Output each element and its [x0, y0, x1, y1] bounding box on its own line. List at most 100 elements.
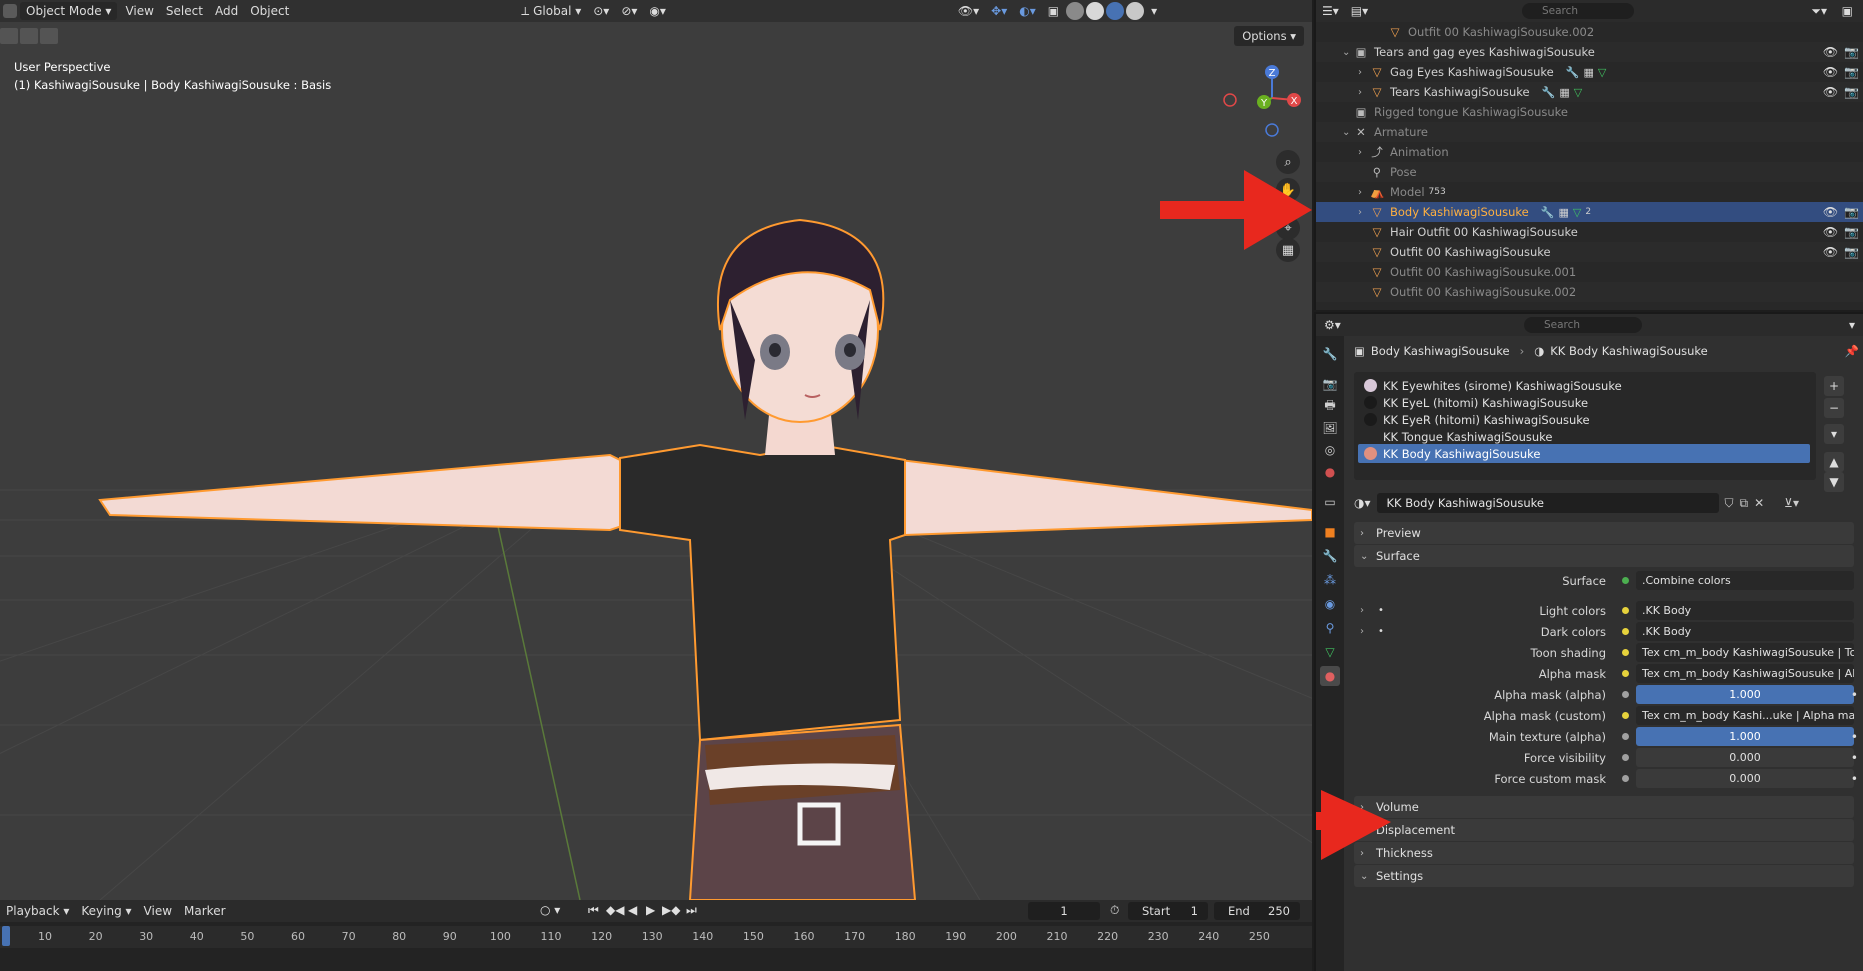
start-frame-field[interactable]: Start 1 [1128, 902, 1208, 920]
expand-toggle-icon[interactable]: › [1358, 147, 1370, 158]
visibility-icon[interactable]: 👁▾ [952, 2, 985, 20]
overlay-toggle-icon[interactable]: ◐▾ [1013, 2, 1042, 20]
socket-icon[interactable] [1622, 628, 1629, 635]
view-layer-tab-icon[interactable]: 🖼 [1320, 418, 1340, 438]
rendered-shading-icon[interactable] [1126, 2, 1145, 20]
material-browse-icon[interactable]: ◑▾ [1354, 496, 1371, 510]
camera-icon[interactable]: 📷 [1844, 65, 1859, 79]
modifier-tab-icon[interactable]: 🔧 [1320, 546, 1340, 566]
gizmo-toggle-icon[interactable]: ✥▾ [985, 2, 1013, 20]
menu-marker[interactable]: Marker [178, 902, 231, 920]
solid-shading-icon[interactable] [1086, 2, 1105, 20]
material-slot[interactable]: KK Body KashiwagiSousuke [1358, 444, 1810, 463]
socket-icon[interactable] [1622, 754, 1629, 761]
mode-dropdown[interactable]: Object Mode ▾ [20, 2, 118, 20]
outliner-search-input[interactable]: Search [1522, 3, 1634, 19]
socket-icon[interactable] [1622, 691, 1629, 698]
outliner-row[interactable]: ▣ Rigged tongue KashiwagiSousuke [1316, 102, 1863, 122]
outliner-row[interactable]: ▽ Hair Outfit 00 KashiwagiSousuke 👁 📷 [1316, 222, 1863, 242]
panel-preview[interactable]: › Preview [1354, 522, 1854, 544]
options-button[interactable]: Options ▾ [1234, 26, 1304, 46]
move-slot-up-icon[interactable]: ▲ [1824, 452, 1844, 472]
properties-options-icon[interactable]: ▾ [1843, 316, 1861, 334]
outliner-row[interactable]: ⌄ ▣ Tears and gag eyes KashiwagiSousuke 👁 📷 [1316, 42, 1863, 62]
material-tab-icon[interactable]: ● [1320, 666, 1340, 686]
outliner-row[interactable]: ⚲ Pose [1316, 162, 1863, 182]
outliner-row[interactable]: ▽ Outfit 00 KashiwagiSousuke.002 [1316, 22, 1863, 42]
camera-icon[interactable]: 📷 [1844, 205, 1859, 219]
keyframe-icon[interactable]: • [1851, 688, 1858, 702]
scene-tab-icon[interactable]: ◎ [1320, 440, 1340, 460]
socket-icon[interactable] [1622, 775, 1629, 782]
constraints-tab-icon[interactable]: ⚲ [1320, 618, 1340, 638]
navigation-gizmo[interactable]: Z X Y [1220, 58, 1310, 148]
value-slider[interactable]: 1.000 [1636, 727, 1854, 746]
output-tab-icon[interactable]: 🖶 [1320, 396, 1340, 416]
slot-specials-icon[interactable]: ▾ [1824, 424, 1844, 444]
material-slot-list[interactable]: KK Eyewhites (sirome) KashiwagiSousuke KK… [1354, 372, 1816, 480]
keyframe-icon[interactable]: • [1851, 772, 1858, 786]
value-slider[interactable]: 0.000 [1636, 769, 1854, 788]
menu-add[interactable]: Add [209, 2, 244, 20]
wireframe-shading-icon[interactable] [1066, 2, 1085, 20]
camera-icon[interactable]: 📷 [1844, 225, 1859, 239]
eye-icon[interactable]: 👁 [1823, 245, 1838, 259]
xray-icon[interactable]: ▣ [1042, 2, 1065, 20]
fake-user-icon[interactable]: ⛉ [1725, 496, 1734, 511]
menu-object[interactable]: Object [244, 2, 295, 20]
editor-type-icon[interactable] [3, 4, 17, 18]
move-slot-down-icon[interactable]: ▼ [1824, 472, 1844, 492]
jump-start-icon[interactable]: ⏮ [588, 903, 599, 918]
outliner-row[interactable]: ⌄ ✕ Armature [1316, 122, 1863, 142]
snap-icon[interactable]: ⊘▾ [615, 2, 643, 20]
socket-icon[interactable] [1622, 670, 1629, 677]
preview-range-icon[interactable]: ⏱ [1110, 903, 1119, 918]
camera-icon[interactable]: 📷 [1844, 245, 1859, 259]
eye-icon[interactable]: 👁 [1823, 225, 1838, 239]
proportional-edit-icon[interactable]: ◉▾ [643, 2, 672, 20]
outliner-editor-icon[interactable]: ☰▾ [1316, 2, 1345, 20]
material-name-field[interactable]: KK Body KashiwagiSousuke [1376, 493, 1719, 513]
node-tree-icon[interactable]: ⊻▾ [1784, 496, 1799, 510]
panel-settings[interactable]: ⌄ Settings [1354, 865, 1854, 887]
3d-viewport[interactable]: Object Mode ▾ View Select Add Object ⟂ G… [0, 0, 1312, 900]
linked-node-field[interactable]: .KK Body [1636, 601, 1854, 620]
camera-icon[interactable]: 📷 [1844, 45, 1859, 59]
linked-node-field[interactable]: Tex cm_m_body Kashi...uke | Alpha mask (… [1636, 706, 1854, 725]
jump-keyframe-forward-icon[interactable]: ▶◆ [662, 903, 680, 917]
expand-toggle-icon[interactable]: › [1358, 87, 1370, 98]
socket-icon[interactable] [1622, 607, 1629, 614]
menu-timeline-view[interactable]: View [138, 902, 178, 920]
linked-node-field[interactable]: .Combine colors [1636, 571, 1854, 590]
keyframe-icon[interactable]: • [1851, 730, 1858, 744]
panel-thickness[interactable]: › Thickness [1354, 842, 1854, 864]
pivot-icon[interactable]: ⊙▾ [587, 2, 615, 20]
pin-icon[interactable]: 📌 [1845, 344, 1859, 358]
expand-toggle-icon[interactable]: ⌄ [1342, 47, 1354, 58]
socket-icon[interactable] [1622, 712, 1629, 719]
object-tab-icon[interactable]: ■ [1320, 522, 1340, 542]
expand-toggle-icon[interactable]: › [1358, 207, 1370, 218]
expand-input-icon[interactable]: › [1360, 605, 1364, 616]
play-icon[interactable]: ▶ [646, 903, 655, 917]
outliner-row[interactable]: ▽ Outfit 00 KashiwagiSousuke.001 [1316, 262, 1863, 282]
camera-icon[interactable]: 📷 [1844, 85, 1859, 99]
collection-tab-icon[interactable]: ▭ [1320, 492, 1340, 512]
data-tab-icon[interactable]: ▽ [1320, 642, 1340, 662]
particles-tab-icon[interactable]: ⁂ [1320, 570, 1340, 590]
select-extend-icon[interactable] [20, 28, 38, 44]
jump-end-icon[interactable]: ⏭ [686, 903, 697, 918]
render-tab-icon[interactable]: 📷 [1320, 374, 1340, 394]
material-shading-icon[interactable] [1106, 2, 1125, 20]
select-new-icon[interactable] [0, 28, 18, 44]
eye-icon[interactable]: 👁 [1823, 205, 1838, 219]
value-slider[interactable]: 0.000 [1636, 748, 1854, 767]
outliner-row[interactable]: ▽ Outfit 00 KashiwagiSousuke.002 [1316, 282, 1863, 302]
tool-tab-icon[interactable]: 🔧 [1320, 344, 1340, 364]
duplicate-material-icon[interactable]: ⧉ [1740, 496, 1749, 511]
keyframe-icon[interactable]: • [1851, 751, 1858, 765]
eye-icon[interactable]: 👁 [1823, 65, 1838, 79]
menu-view[interactable]: View [119, 2, 159, 20]
outliner-row[interactable]: › ▽ Body KashiwagiSousuke 🔧 ▦ ▽ 2 👁 📷 [1316, 202, 1863, 222]
properties-search-input[interactable]: Search [1524, 317, 1642, 333]
